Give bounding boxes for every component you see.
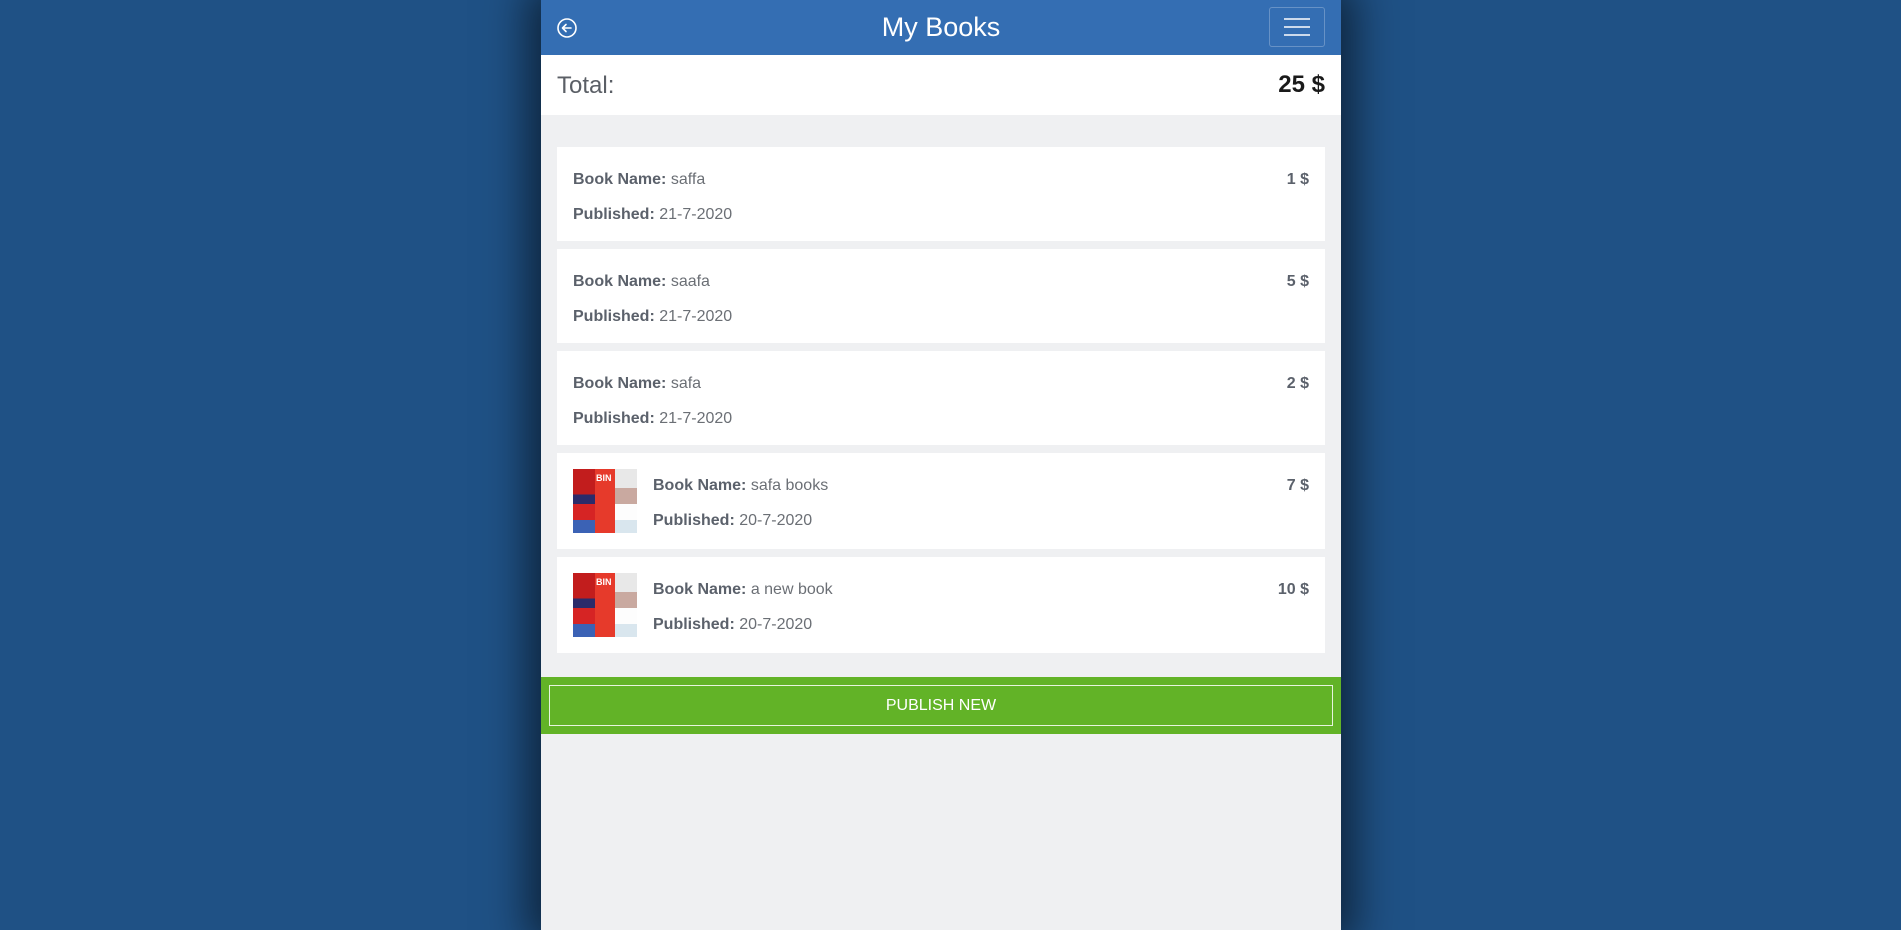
book-item[interactable]: Book Name: saafa Published: 21-7-2020 5 … — [557, 249, 1325, 343]
book-name-label: Book Name: — [653, 581, 747, 598]
publish-bar: PUBLISH NEW — [541, 677, 1341, 734]
book-price: 10 $ — [1277, 581, 1309, 598]
book-item[interactable]: Book Name: safa Published: 21-7-2020 2 $ — [557, 351, 1325, 445]
book-name-label: Book Name: — [653, 477, 747, 494]
total-label: Total: — [557, 72, 615, 99]
book-price: 7 $ — [1286, 477, 1309, 494]
book-price: 1 $ — [1286, 171, 1309, 188]
book-name: saffa — [670, 171, 706, 188]
book-name-label: Book Name: — [573, 273, 667, 290]
book-name: saafa — [670, 273, 710, 290]
published-date: 20-7-2020 — [739, 512, 813, 529]
published-date: 21-7-2020 — [659, 410, 733, 427]
published-label: Published: — [653, 616, 735, 633]
app-frame: My Books Total: 25 $ Book Name: saffa Pu… — [541, 0, 1341, 930]
hamburger-menu-icon[interactable] — [1269, 7, 1325, 47]
published-label: Published: — [573, 206, 655, 223]
published-date: 21-7-2020 — [659, 206, 733, 223]
book-price: 2 $ — [1286, 375, 1309, 392]
book-cover-image — [573, 573, 637, 637]
published-label: Published: — [573, 410, 655, 427]
top-bar: My Books — [541, 0, 1341, 55]
published-label: Published: — [573, 308, 655, 325]
book-list: Book Name: saffa Published: 21-7-2020 1 … — [557, 147, 1325, 661]
page-title: My Books — [881, 12, 1001, 42]
total-value: 25 $ — [1278, 71, 1325, 98]
book-name-label: Book Name: — [573, 171, 667, 188]
book-item[interactable]: Book Name: saffa Published: 21-7-2020 1 … — [557, 147, 1325, 241]
book-item[interactable]: Book Name: safa books Published: 20-7-20… — [557, 453, 1325, 549]
book-name: a new book — [750, 581, 833, 598]
book-name-label: Book Name: — [573, 375, 667, 392]
book-price: 5 $ — [1286, 273, 1309, 290]
published-label: Published: — [653, 512, 735, 529]
published-date: 21-7-2020 — [659, 308, 733, 325]
book-name: safa books — [750, 477, 829, 494]
publish-new-button[interactable]: PUBLISH NEW — [549, 685, 1333, 726]
book-cover-image — [573, 469, 637, 533]
book-item[interactable]: Book Name: a new book Published: 20-7-20… — [557, 557, 1325, 653]
published-date: 20-7-2020 — [739, 616, 813, 633]
total-summary: Total: 25 $ — [541, 55, 1341, 115]
book-name: safa — [670, 375, 702, 392]
